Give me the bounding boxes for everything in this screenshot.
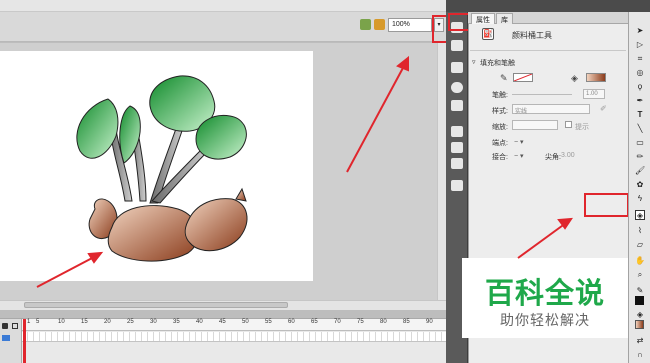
arrow-to-zoom xyxy=(346,65,405,173)
arrow-head-zoom xyxy=(396,55,409,72)
arrow-to-canvas xyxy=(36,255,97,288)
arrow-head-canvas xyxy=(87,251,104,264)
arrow-to-tool xyxy=(517,222,567,259)
annotation-arrows xyxy=(36,55,573,288)
